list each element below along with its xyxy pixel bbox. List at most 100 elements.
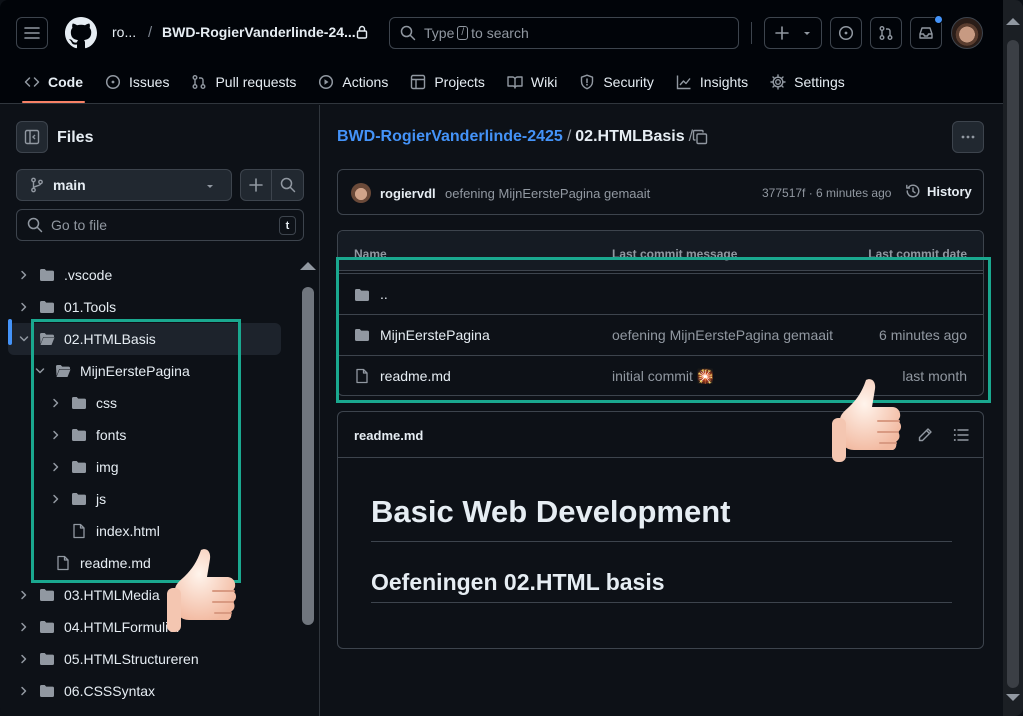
page-scroll-thumb[interactable] xyxy=(1007,40,1019,688)
sidebar-scroll-thumb[interactable] xyxy=(302,287,314,625)
chevron-right-icon[interactable] xyxy=(18,269,30,281)
pull-request-icon xyxy=(879,26,893,40)
commit-author-avatar[interactable] xyxy=(351,183,371,203)
search-icon xyxy=(27,217,43,233)
branch-selector[interactable]: main xyxy=(16,169,232,201)
chevron-right-icon[interactable] xyxy=(18,653,30,665)
pull-request-icon xyxy=(192,75,206,89)
search-input[interactable]: Type / to search xyxy=(389,17,739,49)
heading-divider xyxy=(371,541,952,542)
shield-icon xyxy=(581,74,594,90)
notification-dot xyxy=(934,15,943,24)
tree-item[interactable]: 03.HTMLMedia xyxy=(0,579,296,611)
breadcrumb-separator: / xyxy=(566,128,572,145)
chevron-right-icon[interactable] xyxy=(18,621,30,633)
go-to-file-placeholder: Go to file xyxy=(51,217,108,233)
tab-issues-label: Issues xyxy=(129,74,170,90)
chevron-down-icon[interactable] xyxy=(18,333,30,345)
commit-author[interactable]: rogiervdl xyxy=(380,186,436,201)
header-divider xyxy=(751,22,752,44)
tab-pull-requests-label: Pull requests xyxy=(215,74,297,90)
copy-path-icon[interactable] xyxy=(692,129,708,145)
tab-projects-label: Projects xyxy=(434,74,485,90)
app-header: ro... / BWD-RogierVanderlinde-24... Type… xyxy=(0,0,1003,104)
add-file-button[interactable] xyxy=(240,169,272,201)
issue-icon xyxy=(105,74,121,90)
tree-item[interactable]: 04.HTMLFormulier xyxy=(0,611,296,643)
tab-settings-label: Settings xyxy=(794,74,845,90)
tree-item-label: 05.HTMLStructureren xyxy=(64,651,199,667)
issues-button[interactable] xyxy=(830,17,862,49)
gear-icon xyxy=(770,74,786,90)
folder-icon xyxy=(39,651,55,667)
readme-filename[interactable]: readme.md xyxy=(354,428,423,443)
menu-button[interactable] xyxy=(16,17,48,49)
table-icon xyxy=(411,74,426,90)
branch-icon xyxy=(31,177,43,193)
go-to-file-shortcut: t xyxy=(279,216,296,235)
breadcrumb: BWD-RogierVanderlinde-2425/02.HTMLBasis / xyxy=(337,128,697,146)
folder-icon xyxy=(39,267,55,283)
sidebar-highlight-box xyxy=(31,319,241,583)
chevron-right-icon[interactable] xyxy=(18,685,30,697)
page-scroll-down-arrow-icon[interactable] xyxy=(1006,694,1020,701)
avatar[interactable] xyxy=(951,17,983,49)
issue-icon xyxy=(838,25,854,41)
folder-icon xyxy=(39,619,55,635)
go-to-file-input[interactable]: Go to file t xyxy=(16,209,304,241)
tab-security-label: Security xyxy=(603,74,654,90)
search-prefix: Type xyxy=(424,25,455,41)
page-scrollbar[interactable] xyxy=(1003,0,1023,716)
folder-icon xyxy=(39,299,55,315)
create-new-button[interactable] xyxy=(764,17,822,49)
tab-insights[interactable]: Insights xyxy=(666,62,758,102)
tab-projects[interactable]: Projects xyxy=(400,62,495,102)
tab-code[interactable]: Code xyxy=(14,62,93,103)
outline-list-icon[interactable] xyxy=(953,427,969,443)
commit-meta[interactable]: 377517f · 6 minutes ago xyxy=(762,186,891,200)
tree-item[interactable]: 07.CSSDesign xyxy=(0,707,296,716)
chevron-right-icon[interactable] xyxy=(18,301,30,313)
tab-actions[interactable]: Actions xyxy=(308,62,398,102)
pull-requests-button[interactable] xyxy=(870,17,902,49)
tree-item-label: 03.HTMLMedia xyxy=(64,587,160,603)
commit-message[interactable]: oefening MijnEerstePagina gemaait xyxy=(445,186,650,201)
history-button[interactable]: History xyxy=(905,183,972,199)
repo-name[interactable]: BWD-RogierVanderlinde-24... xyxy=(162,24,356,40)
tab-issues[interactable]: Issues xyxy=(95,62,179,102)
book-icon xyxy=(507,76,523,89)
tree-item[interactable]: 06.CSSSyntax xyxy=(0,675,296,707)
tab-settings[interactable]: Settings xyxy=(760,62,855,102)
github-logo-icon[interactable] xyxy=(65,17,97,49)
search-shortcut-key: / xyxy=(457,26,469,40)
scroll-up-arrow-icon[interactable] xyxy=(300,262,316,270)
repo-owner[interactable]: ro... xyxy=(112,24,136,40)
chevron-right-icon[interactable] xyxy=(18,589,30,601)
page-scroll-up-arrow-icon[interactable] xyxy=(1006,18,1020,25)
search-files-button[interactable] xyxy=(271,169,304,201)
tab-actions-label: Actions xyxy=(342,74,389,90)
kebab-horizontal-icon xyxy=(961,135,975,139)
hamburger-icon xyxy=(24,27,40,39)
pencil-icon[interactable] xyxy=(917,427,933,443)
lock-icon xyxy=(356,25,368,39)
tab-wiki[interactable]: Wiki xyxy=(497,62,567,102)
tab-security[interactable]: Security xyxy=(569,62,664,102)
breadcrumb-repo-link[interactable]: BWD-RogierVanderlinde-2425 xyxy=(337,128,563,145)
play-icon xyxy=(319,74,334,90)
graph-icon xyxy=(676,75,691,90)
tree-item[interactable]: 05.HTMLStructureren xyxy=(0,643,296,675)
tree-item[interactable]: .vscode xyxy=(0,259,296,291)
thumbs-up-icon xyxy=(832,379,902,462)
chevron-down-icon xyxy=(804,32,810,35)
breadcrumb-current: 02.HTMLBasis xyxy=(575,128,685,145)
history-icon xyxy=(906,184,920,198)
readme-heading-1: Basic Web Development xyxy=(371,494,731,529)
latest-commit-bar: rogiervdl oefening MijnEerstePagina gema… xyxy=(337,169,984,215)
more-options-button[interactable] xyxy=(952,121,984,153)
search-suffix: to search xyxy=(471,25,529,41)
collapse-sidebar-button[interactable] xyxy=(16,121,48,153)
tab-code-label: Code xyxy=(48,74,83,90)
tab-pull-requests[interactable]: Pull requests xyxy=(181,62,306,102)
thumbs-up-icon xyxy=(167,549,237,632)
